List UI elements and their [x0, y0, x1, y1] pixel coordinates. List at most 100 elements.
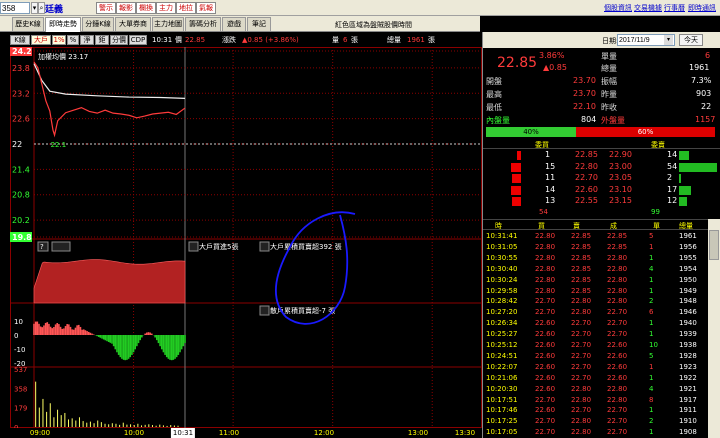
left-strip [0, 32, 10, 438]
huge-toggle[interactable]: 鉅 [95, 35, 109, 45]
kv-value: 6 [705, 51, 711, 60]
tick-row[interactable]: 10:22:07 22.60 22.70 22.60 1 1923 [483, 362, 708, 373]
percent-toggle[interactable]: % [67, 35, 79, 45]
bid-price: 22.85 [575, 150, 598, 159]
search-icon[interactable]: ⌕ [38, 2, 45, 14]
orderbook-row[interactable]: 13 22.55 23.15 12 [483, 196, 720, 208]
tick-lot: 6 [649, 308, 654, 317]
tab-history-k[interactable]: 歷史K線 [12, 17, 44, 31]
outer-volume-value: 1157 [695, 115, 716, 124]
tick-row[interactable]: 10:30:55 22.80 22.85 22.80 1 1955 [483, 253, 708, 264]
bid-volume-bar [511, 197, 521, 206]
tick-bid: 22.60 [535, 351, 556, 360]
tab-realtime[interactable]: 即時走勢 [45, 17, 81, 32]
tick-row[interactable]: 10:20:30 22.60 22.80 22.80 4 1921 [483, 384, 708, 395]
tick-row[interactable]: 10:17:25 22.70 22.80 22.70 2 1910 [483, 416, 708, 427]
x-tick: 11:00 [218, 429, 240, 437]
tick-lot: 10 [649, 341, 658, 349]
x-tick: 10:00 [123, 429, 145, 437]
tick-row[interactable]: 10:17:05 22.70 22.80 22.70 1 1908 [483, 427, 708, 438]
intraday-chart-svg: 24.2 23.8 23.2 22.6 22 21.4 20.8 20.2 19.8 加權均價 2… [10, 47, 482, 428]
ask-price: 23.15 [609, 196, 632, 205]
panel-help-icon [259, 241, 270, 252]
tick-trade: 22.85 [607, 242, 628, 251]
tick-row[interactable]: 10:17:46 22.60 22.70 22.70 1 1911 [483, 405, 708, 416]
stock-code-input[interactable] [0, 2, 30, 14]
tab-chips[interactable]: 籌碼分析 [185, 17, 221, 31]
tick-trade: 22.80 [607, 253, 628, 262]
tick-time: 10:27:20 [486, 308, 518, 317]
tick-row[interactable]: 10:30:40 22.80 22.85 22.80 4 1954 [483, 264, 708, 275]
orderbook-row[interactable]: 14 22.60 23.10 17 [483, 185, 720, 197]
tick-lot: 8 [649, 395, 654, 404]
orderbook-row[interactable]: 1 22.85 22.90 14 [483, 150, 720, 162]
tick-trade: 22.70 [607, 330, 628, 339]
tick-row[interactable]: 10:17:51 22.70 22.80 22.80 8 1917 [483, 395, 708, 406]
stock-name[interactable]: 廷義 [45, 2, 63, 15]
one-percent-toggle[interactable]: 1% [52, 35, 66, 45]
kv-label: 單量 [601, 52, 617, 61]
y-tick-label: 23.2 [12, 89, 30, 98]
alert-button[interactable]: 警示 [96, 2, 116, 14]
link-stock-info[interactable]: 個股資訊 [604, 3, 632, 13]
tick-row[interactable]: 10:21:06 22.60 22.70 22.60 1 1922 [483, 373, 708, 384]
tick-row[interactable]: 10:31:05 22.80 22.85 22.85 1 1956 [483, 242, 708, 253]
price-dist-toggle[interactable]: 分價 [110, 35, 128, 45]
tick-bid: 22.80 [535, 275, 556, 284]
cdp-toggle[interactable]: CDP [129, 35, 147, 45]
tick-time: 10:17:51 [486, 395, 518, 404]
tick-total: 1954 [679, 264, 697, 273]
dropdown-icon[interactable]: ▾ [31, 2, 38, 14]
link-calendar[interactable]: 行事曆 [664, 3, 685, 13]
intraday-chart[interactable]: 24.2 23.8 23.2 22.6 22 21.4 20.8 20.2 19.8 加權均價 2… [10, 47, 482, 428]
tick-row[interactable]: 10:25:12 22.60 22.70 22.60 10 1938 [483, 340, 708, 351]
tick-ask: 22.80 [571, 384, 592, 393]
date-dropdown-icon[interactable]: ▾ [664, 35, 673, 45]
kv-label: 最低 [486, 103, 502, 112]
kv-value: 903 [696, 89, 712, 98]
net-toggle[interactable]: 淨 [80, 35, 94, 45]
tick-total: 1922 [679, 373, 697, 382]
tick-row[interactable]: 10:31:41 22.80 22.85 22.85 5 1961 [483, 231, 708, 242]
tab-force-map[interactable]: 主力地圖 [152, 17, 184, 31]
col-total: 總量 [679, 222, 693, 230]
link-messenger[interactable]: 即時通訊 [688, 3, 716, 13]
tick-row[interactable]: 10:26:34 22.60 22.70 22.70 1 1940 [483, 318, 708, 329]
orderbook-row[interactable]: 15 22.80 23.00 54 [483, 162, 720, 174]
volume-y-label: 179 [14, 405, 27, 413]
location-button[interactable]: 地拉 [176, 2, 196, 14]
kv-value: 22.10 [573, 102, 596, 111]
tab-brokers[interactable]: 大單券商 [115, 17, 151, 31]
news-button[interactable]: 氣報 [196, 2, 216, 14]
bid-header: 委買 [535, 141, 549, 149]
tick-ask: 22.85 [571, 232, 592, 240]
report-button[interactable]: 報影 [116, 2, 136, 14]
link-trade[interactable]: 交易機據 [634, 3, 662, 13]
tick-row[interactable]: 10:27:20 22.70 22.80 22.70 6 1946 [483, 307, 708, 318]
tick-ask: 22.70 [571, 319, 592, 328]
today-button[interactable]: 今天 [679, 34, 703, 46]
tick-row[interactable]: 10:24:51 22.60 22.70 22.60 5 1928 [483, 351, 708, 362]
tab-minute-k[interactable]: 分鐘K線 [82, 17, 114, 31]
switch-button[interactable]: 欄換 [136, 2, 156, 14]
big-player-toggle[interactable]: 大戶 [31, 35, 51, 45]
tick-row[interactable]: 10:29:58 22.80 22.85 22.80 1 1949 [483, 286, 708, 297]
kline-toggle[interactable]: K線 [10, 35, 30, 45]
tab-game[interactable]: 遊戲 [222, 17, 246, 31]
tick-row[interactable]: 10:28:42 22.70 22.80 22.80 2 1948 [483, 296, 708, 307]
tick-ask: 22.70 [571, 373, 592, 382]
tick-scrollbar-thumb[interactable] [709, 230, 719, 260]
tick-row[interactable]: 10:25:27 22.60 22.70 22.70 1 1939 [483, 329, 708, 340]
x-tick: 12:00 [313, 429, 335, 437]
tick-ask: 22.85 [571, 286, 592, 295]
ask-volume-bar [679, 185, 691, 195]
tick-bid: 22.70 [535, 308, 556, 317]
tab-notes[interactable]: 筆記 [247, 17, 271, 31]
tick-trade: 22.70 [607, 428, 628, 437]
orderbook-row[interactable]: 11 22.70 23.05 2 [483, 173, 720, 185]
tick-lot: 1 [649, 373, 654, 382]
panel3-y-label: -10 [14, 346, 25, 354]
col-bid: 買 [538, 222, 545, 230]
main-force-button[interactable]: 主力 [156, 2, 176, 14]
tick-row[interactable]: 10:30:24 22.80 22.85 22.80 1 1950 [483, 275, 708, 286]
